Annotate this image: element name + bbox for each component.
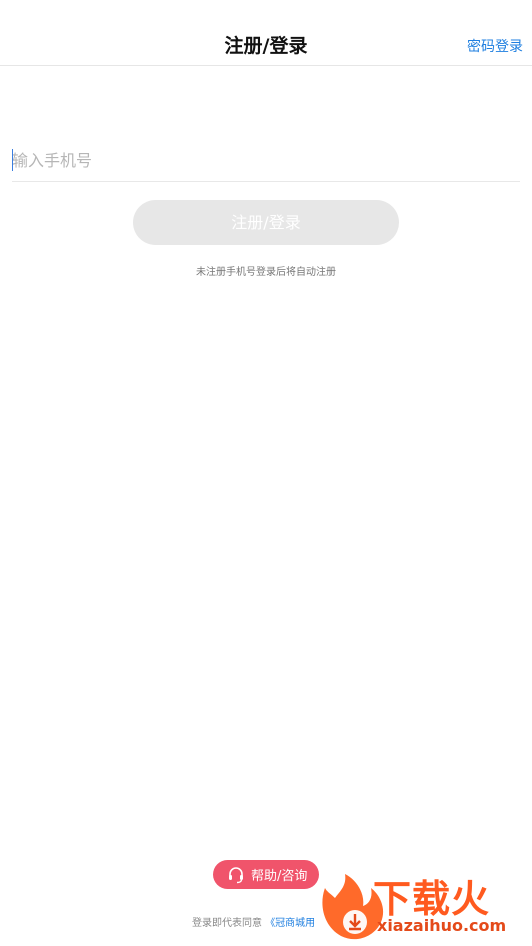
watermark: 下载火 xiazaihuo.com (317, 864, 532, 946)
page-title: 注册/登录 (224, 35, 308, 57)
phone-input[interactable] (12, 146, 512, 174)
auto-register-hint: 未注册手机号登录后将自动注册 (196, 267, 336, 278)
register-login-button[interactable]: 注册/登录 (133, 200, 399, 245)
help-consult-label: 帮助/咨询 (251, 869, 308, 884)
password-login-link[interactable]: 密码登录 (467, 36, 523, 56)
watermark-domain: xiazaihuo.com (377, 916, 507, 935)
agreement-link[interactable]: 《冠商城用 (265, 918, 315, 929)
phone-field[interactable] (12, 140, 520, 182)
agreement-text: 登录即代表同意 《冠商城用 (192, 914, 315, 929)
nav-bar: 注册/登录 密码登录 (0, 0, 532, 66)
text-cursor (12, 149, 13, 171)
watermark-text: 下载火 (373, 877, 491, 921)
agreement-prefix: 登录即代表同意 (192, 918, 262, 929)
help-consult-button[interactable]: 帮助/咨询 (213, 860, 319, 889)
headset-icon (227, 866, 245, 884)
